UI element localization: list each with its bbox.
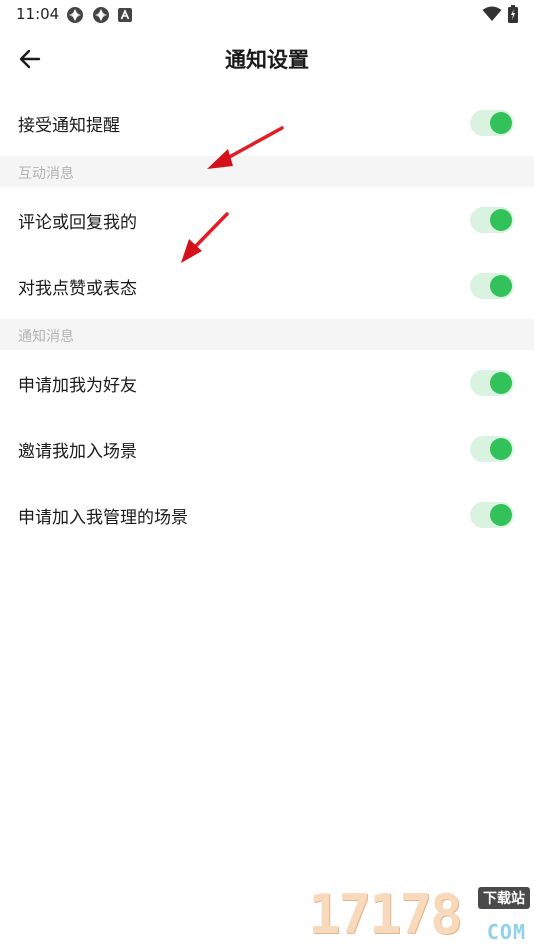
setting-row-scene-join-requests: 申请加入我管理的场景 <box>0 482 534 548</box>
section-title: 通知消息 <box>18 329 74 345</box>
watermark-digits: 17178 <box>308 883 463 946</box>
toggle-knob <box>490 504 512 526</box>
setting-label: 对我点赞或表态 <box>18 279 137 299</box>
setting-label: 接受通知提醒 <box>18 116 120 136</box>
wifi-icon <box>482 6 502 26</box>
setting-row-friend-requests: 申请加我为好友 <box>0 350 534 416</box>
sync-icon <box>92 6 110 28</box>
toggle-knob <box>490 112 512 134</box>
section-header-interaction: 互动消息 <box>0 156 534 187</box>
toggle-knob <box>490 209 512 231</box>
battery-charging-icon <box>508 5 518 27</box>
section-title: 互动消息 <box>18 166 74 182</box>
accept-notifications-toggle[interactable] <box>470 110 514 136</box>
likes-reactions-toggle[interactable] <box>470 273 514 299</box>
scene-invites-toggle[interactable] <box>470 436 514 462</box>
sync-icon <box>66 6 84 28</box>
setting-label: 申请加我为好友 <box>18 376 137 396</box>
section-header-notification: 通知消息 <box>0 319 534 350</box>
settings-list: 接受通知提醒 互动消息 评论或回复我的 对我点赞或表态 通知消息 申请加我为好友… <box>0 90 534 548</box>
toggle-knob <box>490 438 512 460</box>
watermark-tag: 下载站 <box>478 887 530 909</box>
setting-label: 申请加入我管理的场景 <box>18 508 188 528</box>
status-time: 11:04 <box>16 5 60 23</box>
toggle-knob <box>490 275 512 297</box>
setting-row-comments-replies: 评论或回复我的 <box>0 187 534 253</box>
app-notification-icon <box>118 7 132 26</box>
comments-replies-toggle[interactable] <box>470 207 514 233</box>
setting-row-scene-invites: 邀请我加入场景 <box>0 416 534 482</box>
watermark-suffix: COM <box>486 920 526 944</box>
setting-row-likes-reactions: 对我点赞或表态 <box>0 253 534 319</box>
friend-requests-toggle[interactable] <box>470 370 514 396</box>
watermark-logo: 17178 下载站 COM <box>304 883 534 950</box>
status-bar: 11:04 <box>0 0 534 30</box>
setting-label: 评论或回复我的 <box>18 213 137 233</box>
scene-join-requests-toggle[interactable] <box>470 502 514 528</box>
app-header: 通知设置 <box>0 30 534 88</box>
setting-label: 邀请我加入场景 <box>18 442 137 462</box>
setting-row-accept-notifications: 接受通知提醒 <box>0 90 534 156</box>
toggle-knob <box>490 372 512 394</box>
page-title: 通知设置 <box>225 48 309 72</box>
